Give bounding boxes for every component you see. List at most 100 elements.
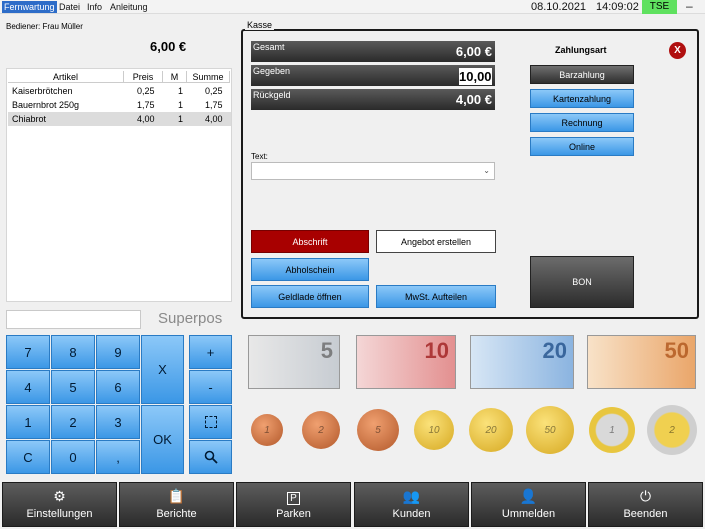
parken-button[interactable]: P Parken [236, 482, 351, 527]
banknote-20[interactable]: 20 [470, 335, 574, 389]
barcode-input[interactable] [6, 310, 141, 329]
row-price: 4,00 [137, 114, 155, 124]
coin-50-cent[interactable]: 50 [526, 406, 574, 454]
menu-datei[interactable]: Datei [57, 1, 82, 13]
key-ok[interactable]: OK [141, 405, 184, 474]
selection-icon [204, 416, 217, 428]
user-switch-icon: 👤 [519, 488, 538, 504]
row-qty: 1 [178, 100, 184, 110]
coin-1-cent[interactable]: 1 [251, 414, 283, 446]
beenden-button[interactable]: ⏻ Beenden [588, 482, 703, 527]
berichte-label: Berichte [156, 508, 197, 520]
banknote-value: 5 [320, 338, 333, 363]
table-row[interactable]: Bauernbrot 250g 1,75 1 1,75 [8, 98, 231, 112]
row-name: Kaiserbrötchen [12, 86, 73, 96]
abholschein-button[interactable]: Abholschein [251, 258, 369, 281]
ummelden-button[interactable]: 👤 Ummelden [471, 482, 586, 527]
rechnung-button[interactable]: Rechnung [530, 113, 634, 132]
coin-10-cent[interactable]: 10 [414, 410, 454, 450]
bon-button[interactable]: BON [530, 256, 634, 308]
online-button[interactable]: Online [530, 137, 634, 156]
key-4[interactable]: 4 [6, 370, 50, 404]
kunden-button[interactable]: 👥 Kunden [354, 482, 469, 527]
coin-5-cent[interactable]: 5 [357, 409, 399, 451]
key-6[interactable]: 6 [96, 370, 140, 404]
key-plus[interactable]: + [189, 335, 232, 369]
einstellungen-button[interactable]: ⚙ Einstellungen [2, 482, 117, 527]
total-value: 6,00 € [455, 44, 492, 59]
article-list[interactable]: Artikel Preis M Summe Kaiserbrötchen 0,2… [6, 68, 232, 302]
given-label: Gegeben [253, 66, 291, 76]
beenden-label: Beenden [623, 508, 668, 520]
kartenzahlung-button[interactable]: Kartenzahlung [530, 89, 634, 108]
banknote-value: 10 [424, 338, 449, 363]
key-9[interactable]: 9 [96, 335, 140, 369]
kasse-legend: Kasse [245, 20, 275, 30]
search-key[interactable] [189, 440, 232, 474]
mwst-button[interactable]: MwSt. Aufteilen [376, 285, 496, 308]
brand-logo: Superpos [158, 310, 223, 327]
change-value: 4,00 € [455, 92, 492, 107]
gear-icon: ⚙ [53, 488, 66, 504]
col-header-menge[interactable]: M [163, 71, 187, 83]
text-select[interactable]: ⌄ [251, 162, 495, 180]
angebot-button[interactable]: Angebot erstellen [376, 230, 496, 253]
barzahlung-button[interactable]: Barzahlung [530, 65, 634, 84]
col-header-preis[interactable]: Preis [124, 71, 163, 83]
key-5[interactable]: 5 [51, 370, 95, 404]
text-label: Text: [251, 152, 268, 161]
key-c[interactable]: C [6, 440, 50, 474]
banknote-10[interactable]: 10 [356, 335, 456, 389]
col-header-summe[interactable]: Summe [187, 71, 230, 83]
col-header-artikel[interactable]: Artikel [8, 71, 124, 83]
select-area-key[interactable] [189, 405, 232, 439]
berichte-button[interactable]: 📋 Berichte [119, 482, 234, 527]
banknote-50[interactable]: 50 [587, 335, 696, 389]
receipt-total: 6,00 € [150, 39, 187, 54]
row-sum: 1,75 [205, 100, 223, 110]
coin-20-cent[interactable]: 20 [469, 408, 513, 452]
table-row[interactable]: Kaiserbrötchen 0,25 1 0,25 [8, 84, 231, 98]
key-0[interactable]: 0 [51, 440, 95, 474]
clipboard-icon: 📋 [167, 488, 186, 504]
coin-2-cent[interactable]: 2 [302, 411, 340, 449]
table-row-selected[interactable]: Chiabrot 4,00 1 4,00 [8, 112, 231, 126]
waiter-label: Bediener: Frau Müller [6, 22, 83, 31]
banknote-value: 20 [542, 338, 567, 363]
given-input[interactable]: 10,00 [459, 68, 492, 85]
search-icon [204, 450, 218, 464]
geldlade-button[interactable]: Geldlade öffnen [251, 285, 369, 308]
key-1[interactable]: 1 [6, 405, 50, 439]
row-name: Bauernbrot 250g [12, 100, 80, 110]
row-sum: 4,00 [205, 114, 223, 124]
key-comma[interactable]: , [96, 440, 140, 474]
key-3[interactable]: 3 [96, 405, 140, 439]
abschrift-button[interactable]: Abschrift [251, 230, 369, 253]
tse-badge: TSE [642, 0, 677, 14]
menu-fernwartung[interactable]: Fernwartung [2, 1, 57, 13]
menubar: Fernwartung Datei Info Anleitung 08.10.2… [0, 0, 705, 14]
change-field: Rückgeld 4,00 € [251, 89, 495, 110]
row-price: 0,25 [137, 86, 155, 96]
coin-1-euro[interactable]: 1 [589, 407, 635, 453]
row-name: Chiabrot [12, 114, 47, 124]
row-qty: 1 [178, 86, 184, 96]
chevron-down-icon: ⌄ [483, 166, 490, 175]
key-8[interactable]: 8 [51, 335, 95, 369]
menu-info[interactable]: Info [85, 1, 104, 13]
key-clear-x[interactable]: X [141, 335, 184, 404]
row-sum: 0,25 [205, 86, 223, 96]
close-button[interactable]: X [669, 42, 686, 59]
key-minus[interactable]: - [189, 370, 232, 404]
key-2[interactable]: 2 [51, 405, 95, 439]
banknote-5[interactable]: 5 [248, 335, 340, 389]
date-display: 08.10.2021 [531, 1, 587, 13]
parken-label: Parken [276, 508, 311, 520]
coin-2-euro[interactable]: 2 [647, 405, 697, 455]
key-7[interactable]: 7 [6, 335, 50, 369]
row-price: 1,75 [137, 100, 155, 110]
minimize-button[interactable]: – [686, 0, 693, 13]
banknote-value: 50 [664, 338, 689, 363]
row-qty: 1 [178, 114, 184, 124]
menu-anleitung[interactable]: Anleitung [108, 1, 150, 13]
